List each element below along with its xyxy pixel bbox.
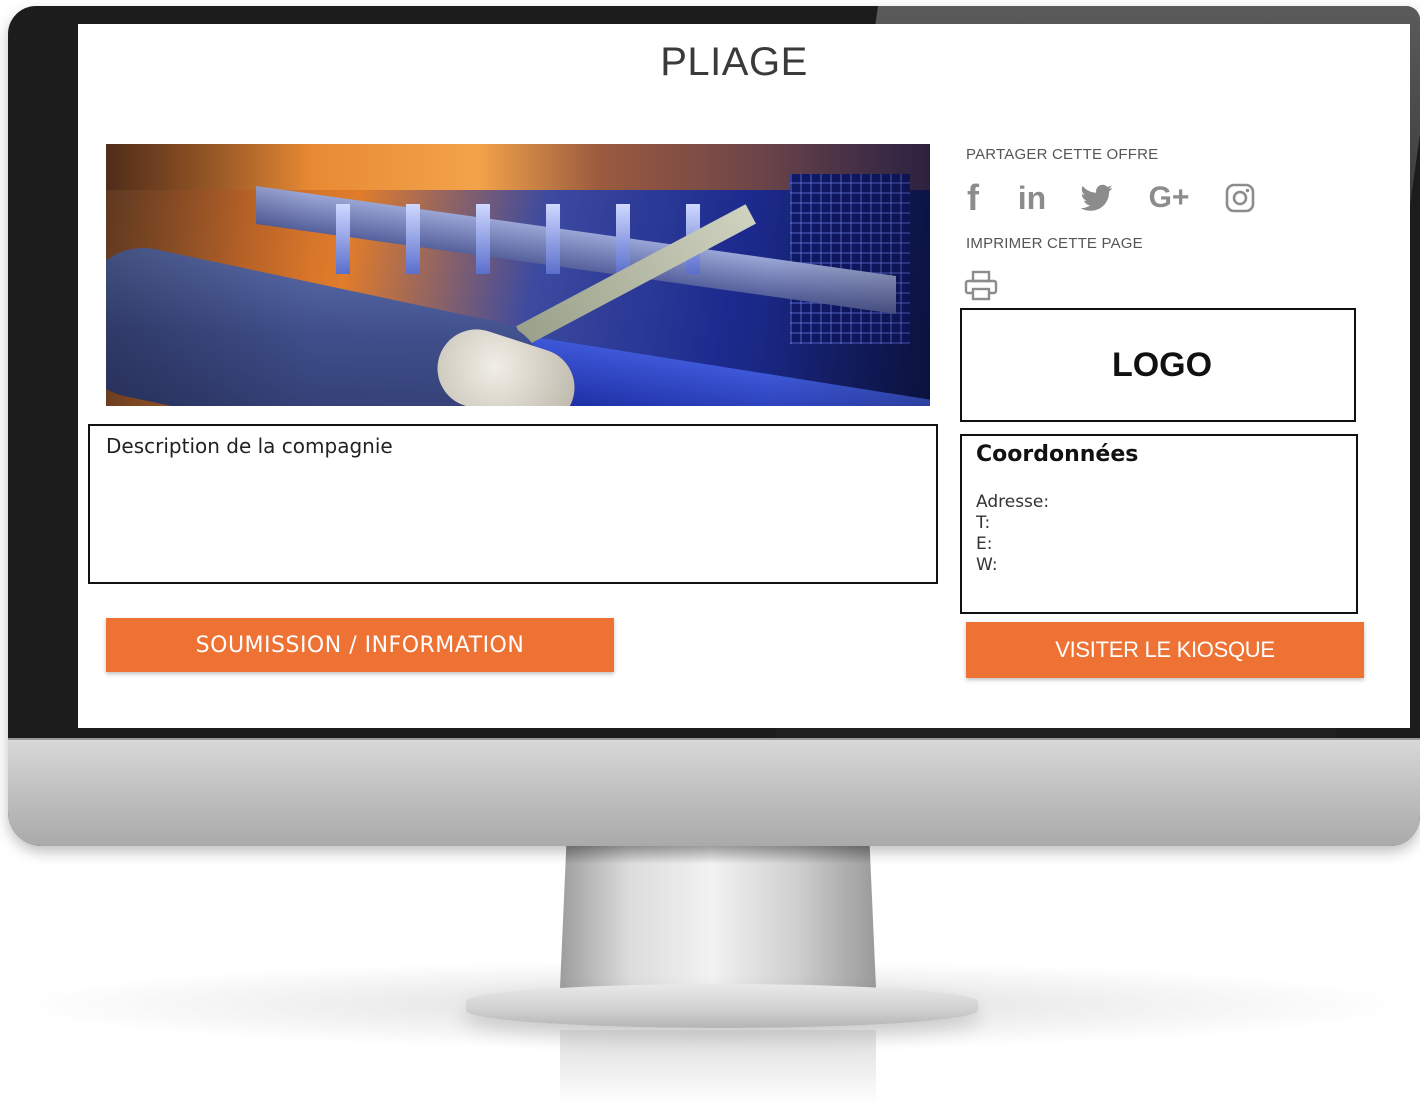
monitor-stand-neck: [560, 846, 876, 988]
contact-address: Adresse:: [976, 492, 1050, 512]
social-share-row: f in G+: [962, 174, 1286, 222]
contact-web: W:: [976, 555, 998, 575]
logo-placeholder: LOGO: [960, 308, 1356, 422]
printer-icon[interactable]: [964, 270, 998, 302]
linkedin-icon[interactable]: in: [1014, 174, 1050, 222]
contact-title: Coordonnées: [976, 442, 1139, 467]
monitor-stand-base: [466, 984, 978, 1028]
print-label: IMPRIMER CETTE PAGE: [966, 235, 1143, 252]
screen: PLIAGE PARTAGER CETTE OFFRE f in G+ IMPR…: [78, 24, 1410, 728]
facebook-icon[interactable]: f: [962, 174, 984, 222]
twitter-icon[interactable]: [1080, 174, 1114, 222]
stand-reflection: [560, 1030, 876, 1105]
share-label: PARTAGER CETTE OFFRE: [966, 146, 1159, 163]
page-title: PLIAGE: [660, 40, 808, 84]
company-description-box: Description de la compagnie: [88, 424, 938, 584]
company-description-title: Description de la compagnie: [106, 434, 393, 458]
submit-information-button[interactable]: SOUMISSION / INFORMATION: [106, 618, 614, 672]
logo-text: LOGO: [1111, 345, 1213, 384]
contact-email: E:: [976, 534, 993, 554]
visit-kiosk-button[interactable]: VISITER LE KIOSQUE: [966, 622, 1364, 678]
monitor-chin: [8, 738, 1420, 846]
contact-lines: Adresse: T: E: W:: [976, 492, 1049, 576]
hero-image: [106, 144, 930, 406]
monitor: PLIAGE PARTAGER CETTE OFFRE f in G+ IMPR…: [8, 6, 1420, 846]
contact-phone: T:: [976, 513, 991, 533]
contact-info-box: Coordonnées Adresse: T: E: W:: [960, 434, 1358, 614]
google-plus-icon[interactable]: G+: [1144, 174, 1194, 222]
instagram-icon[interactable]: [1224, 174, 1256, 222]
